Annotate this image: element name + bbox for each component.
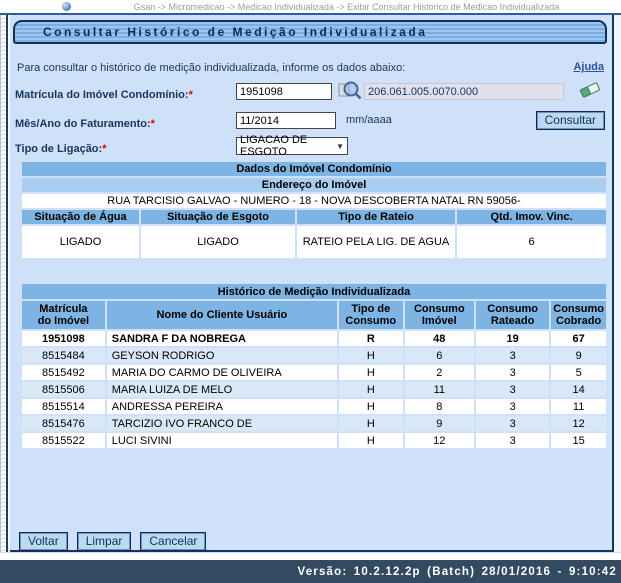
cell-nome: SANDRA F DA NOBREGA (107, 331, 337, 346)
col-consumo-imovel: Consumo Imóvel (405, 301, 474, 329)
cell-consumo-cobrado: 12 (551, 416, 606, 431)
tipo-ligacao-label: Tipo de Ligação:* (15, 139, 106, 157)
cell-consumo-cobrado: 67 (551, 331, 606, 346)
cell-consumo-rateado: 3 (476, 348, 549, 363)
limpar-button[interactable]: Limpar (77, 532, 132, 551)
actions-bar: Voltar Limpar Cancelar (19, 532, 206, 551)
left-frame-edge (0, 15, 8, 552)
cell-consumo-cobrado: 15 (551, 433, 606, 448)
table-row: 8515522 LUCI SIVINI H 12 3 15 (22, 433, 606, 448)
table-row: 1951098 SANDRA F DA NOBREGA R 48 19 67 (22, 331, 606, 346)
chevron-down-icon: ▼ (336, 142, 344, 151)
val-qtd-imov-vinc: 6 (457, 226, 606, 258)
cell-consumo-imovel: 9 (405, 416, 474, 431)
dados-imovel-table: Dados do Imóvel Condomínio Endereço do I… (20, 160, 608, 260)
cell-matricula: 8515484 (22, 348, 105, 363)
page-title-text: Consultar Histórico de Medição Individua… (43, 25, 427, 39)
cell-matricula: 8515506 (22, 382, 105, 397)
table-row: 8515484 GEYSON RODRIGO H 6 3 9 (22, 348, 606, 363)
footer-bar: Versão: 10.2.12.2p (Batch) 28/01/2016 - … (0, 560, 621, 583)
breadcrumb-bar: Gsan -> Micromedicao -> Medicao Individu… (0, 0, 621, 13)
cell-consumo-imovel: 12 (405, 433, 474, 448)
col-matricula: Matrícula do Imóvel (22, 301, 105, 329)
cell-nome: LUCI SIVINI (107, 433, 337, 448)
cell-tipo: H (339, 365, 403, 380)
col-consumo-cobrado: Consumo Cobrado (551, 301, 606, 329)
historico-table: Histórico de Medição Individualizada Mat… (20, 282, 608, 450)
ajuda-link[interactable]: Ajuda (573, 61, 604, 73)
cell-consumo-imovel: 11 (405, 382, 474, 397)
historico-title: Histórico de Medição Individualizada (22, 284, 606, 299)
dados-imovel-title: Dados do Imóvel Condomínio (22, 162, 606, 176)
cell-consumo-rateado: 19 (476, 331, 549, 346)
search-magnifier-icon[interactable] (338, 79, 362, 108)
main-panel: Consultar Histórico de Medição Individua… (10, 15, 614, 552)
table-row: 8515506 MARIA LUIZA DE MELO H 11 3 14 (22, 382, 606, 397)
cell-consumo-cobrado: 5 (551, 365, 606, 380)
val-situacao-esgoto: LIGADO (141, 226, 295, 258)
page-title: Consultar Histórico de Medição Individua… (13, 20, 607, 44)
cell-tipo: H (339, 416, 403, 431)
form-instruction: Para consultar o histórico de medição in… (17, 62, 405, 74)
val-situacao-agua: LIGADO (22, 226, 139, 258)
cell-nome: ANDRESSA PEREIRA (107, 399, 337, 414)
version-text: Versão: 10.2.12.2p (Batch) 28/01/2016 - … (297, 566, 621, 578)
cell-tipo: H (339, 399, 403, 414)
required-asterisk: * (151, 118, 155, 130)
cell-consumo-imovel: 8 (405, 399, 474, 414)
tipo-ligacao-select[interactable]: LIGACAO DE ESGOTO ▼ (236, 137, 348, 155)
cell-consumo-imovel: 2 (405, 365, 474, 380)
voltar-button[interactable]: Voltar (19, 532, 68, 551)
cell-matricula: 1951098 (22, 331, 105, 346)
cell-consumo-rateado: 3 (476, 416, 549, 431)
cell-consumo-cobrado: 14 (551, 382, 606, 397)
table-row: 8515492 MARIA DO CARMO DE OLIVEIRA H 2 3… (22, 365, 606, 380)
col-nome-cliente: Nome do Cliente Usuário (107, 301, 337, 329)
mes-ano-label: Mês/Ano do Faturamento:* (15, 114, 155, 132)
mes-ano-input[interactable] (236, 112, 336, 129)
consultar-button[interactable]: Consultar (536, 111, 605, 130)
cell-consumo-imovel: 6 (405, 348, 474, 363)
cell-consumo-imovel: 48 (405, 331, 474, 346)
col-consumo-rateado: Consumo Rateado (476, 301, 549, 329)
endereco-header: Endereço do Imóvel (22, 178, 606, 192)
cell-matricula: 8515522 (22, 433, 105, 448)
cell-tipo: H (339, 382, 403, 397)
cell-tipo: H (339, 433, 403, 448)
eraser-icon[interactable] (578, 78, 602, 107)
help-ball-icon (62, 2, 71, 11)
inscricao-field (364, 83, 564, 100)
col-tipo-rateio: Tipo de Rateio (297, 210, 455, 224)
matricula-label: Matrícula do Imóvel Condomínio:* (15, 85, 193, 103)
table-row: 8515514 ANDRESSA PEREIRA H 8 3 11 (22, 399, 606, 414)
cell-consumo-rateado: 3 (476, 399, 549, 414)
col-qtd-imov-vinc: Qtd. Imov. Vinc. (457, 210, 606, 224)
col-situacao-agua: Situação de Água (22, 210, 139, 224)
cell-consumo-rateado: 3 (476, 433, 549, 448)
cell-nome: MARIA LUIZA DE MELO (107, 382, 337, 397)
cell-tipo: H (339, 348, 403, 363)
cell-consumo-cobrado: 9 (551, 348, 606, 363)
required-asterisk: * (102, 143, 106, 155)
required-asterisk: * (189, 89, 193, 101)
cell-nome: TARCIZIO IVO FRANCO DE (107, 416, 337, 431)
col-tipo-consumo: Tipo de Consumo (339, 301, 403, 329)
cell-matricula: 8515476 (22, 416, 105, 431)
cell-consumo-rateado: 3 (476, 382, 549, 397)
matricula-input[interactable] (236, 83, 332, 100)
cell-matricula: 8515514 (22, 399, 105, 414)
cancelar-button[interactable]: Cancelar (140, 532, 206, 551)
cell-matricula: 8515492 (22, 365, 105, 380)
cell-consumo-rateado: 3 (476, 365, 549, 380)
val-tipo-rateio: RATEIO PELA LIG. DE AGUA (297, 226, 455, 258)
col-situacao-esgoto: Situação de Esgoto (141, 210, 295, 224)
cell-nome: GEYSON RODRIGO (107, 348, 337, 363)
mes-ano-format-hint: mm/aaaa (346, 114, 392, 126)
breadcrumb: Gsan -> Micromedicao -> Medicao Individu… (74, 2, 559, 12)
endereco-value: RUA TARCISIO GALVAO - NUMERO - 18 - NOVA… (22, 194, 606, 208)
table-row: 8515476 TARCIZIO IVO FRANCO DE H 9 3 12 (22, 416, 606, 431)
cell-consumo-cobrado: 11 (551, 399, 606, 414)
cell-nome: MARIA DO CARMO DE OLIVEIRA (107, 365, 337, 380)
cell-tipo: R (339, 331, 403, 346)
